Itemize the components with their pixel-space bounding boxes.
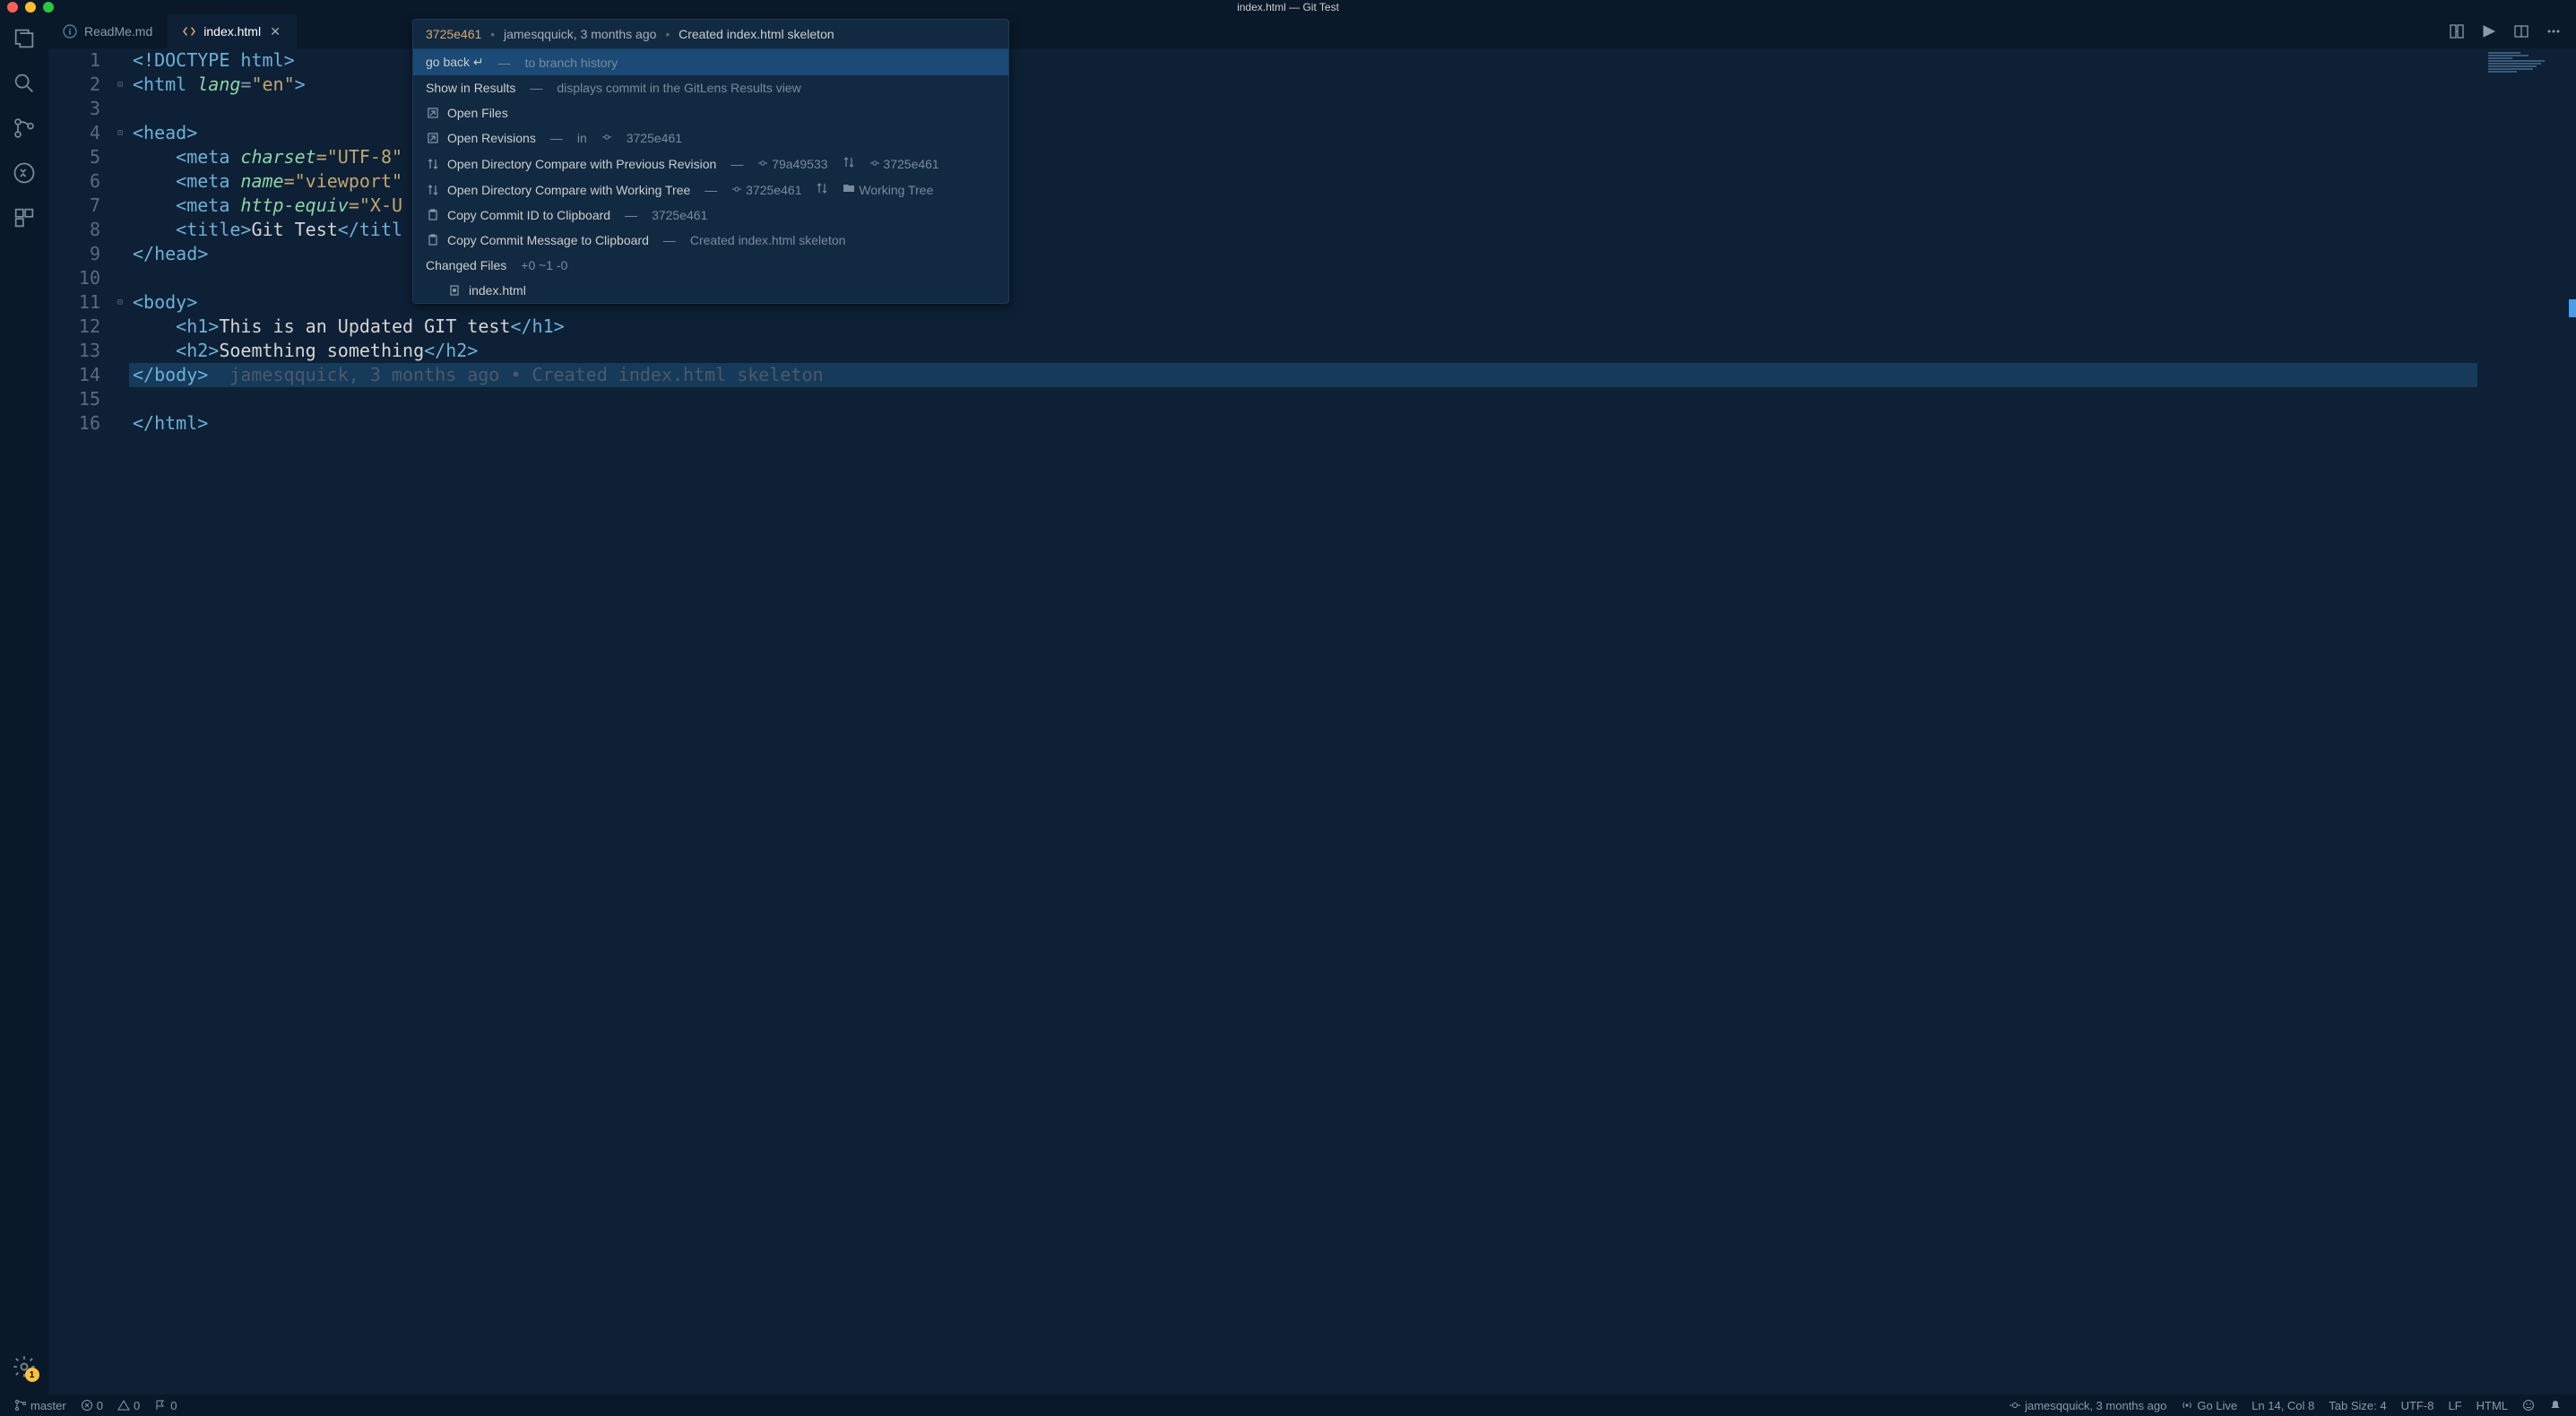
quickpick-item-label: Show in Results: [426, 81, 515, 95]
status-errors[interactable]: 0: [73, 1394, 110, 1416]
quickpick-item-label: Copy Commit Message to Clipboard: [447, 233, 649, 247]
window-title: index.html — Git Test: [1237, 1, 1339, 13]
status-eol[interactable]: LF: [2441, 1399, 2468, 1412]
quickpick-item[interactable]: Open Files: [413, 100, 1008, 125]
status-feedback-icon[interactable]: [2515, 1399, 2542, 1412]
minimap[interactable]: [2477, 48, 2576, 1394]
quickpick-panel: 3725e461 • jamesqquick, 3 months ago • C…: [412, 19, 1009, 304]
window-minimize-button[interactable]: [25, 2, 36, 13]
quickpick-item-label: Open Directory Compare with Previous Rev…: [447, 157, 716, 171]
extensions-icon[interactable]: [11, 204, 38, 231]
open-icon: [426, 106, 440, 120]
titlebar: index.html — Git Test: [0, 0, 2576, 14]
status-language[interactable]: HTML: [2469, 1399, 2515, 1412]
clip-icon: [426, 208, 440, 222]
compare-icon: [426, 183, 440, 197]
status-golive[interactable]: Go Live: [2174, 1399, 2244, 1412]
quickpick-item[interactable]: Open Directory Compare with Working Tree…: [413, 177, 1008, 203]
broadcast-icon: [2181, 1399, 2193, 1412]
quickpick-item-label: Changed Files: [426, 258, 506, 272]
code-icon: [182, 24, 196, 39]
commit-icon: [2009, 1399, 2021, 1412]
gitlens-inline-blame: jamesqquick, 3 months ago • Created inde…: [229, 364, 823, 385]
status-tabsize[interactable]: Tab Size: 4: [2321, 1399, 2393, 1412]
quickpick-item-label: Open Revisions: [447, 131, 536, 145]
status-blame[interactable]: jamesqquick, 3 months ago: [2001, 1399, 2174, 1412]
compare-changes-icon[interactable]: [2449, 23, 2465, 39]
compare-icon: [426, 157, 440, 171]
fold-icon[interactable]: ⊟: [111, 290, 129, 315]
line-gutter: 1 2 3 4 5 6 7 8 9 10 11 12 13 14 15 16: [48, 48, 111, 1394]
error-icon: [81, 1399, 93, 1412]
quickpick-item[interactable]: go back ↵—to branch history: [413, 49, 1008, 75]
file-icon: [447, 283, 462, 298]
status-branch[interactable]: master: [7, 1394, 73, 1416]
window-close-button[interactable]: [7, 2, 18, 13]
quickpick-item-label: Open Directory Compare with Working Tree: [447, 183, 690, 197]
quickpick-item[interactable]: index.html: [413, 278, 1008, 303]
status-bell-icon[interactable]: [2542, 1399, 2569, 1412]
status-warnings[interactable]: 0: [110, 1394, 147, 1416]
tab-readme[interactable]: ReadMe.md: [48, 14, 168, 48]
quickpick-header: 3725e461 • jamesqquick, 3 months ago • C…: [413, 20, 1008, 49]
status-linter[interactable]: 0: [147, 1394, 184, 1416]
search-icon[interactable]: [11, 70, 38, 97]
info-icon: [63, 24, 77, 39]
tab-label: index.html: [203, 24, 261, 39]
fold-icon[interactable]: ⊟: [111, 121, 129, 145]
open-changes-icon[interactable]: [2481, 23, 2497, 39]
status-bar: master 0 0 0 jamesqquick, 3 months ago G…: [0, 1394, 2576, 1416]
flag-icon: [154, 1399, 167, 1412]
status-position[interactable]: Ln 14, Col 8: [2244, 1399, 2321, 1412]
fold-icon[interactable]: ⊟: [111, 73, 129, 97]
clip-icon: [426, 233, 440, 247]
quickpick-item-label: Open Files: [447, 106, 508, 120]
scrollbar-marker: [2569, 299, 2576, 317]
quickpick-item[interactable]: Show in Results—displays commit in the G…: [413, 75, 1008, 100]
window-maximize-button[interactable]: [43, 2, 54, 13]
quickpick-item-label: Copy Commit ID to Clipboard: [447, 208, 610, 222]
quickpick-item[interactable]: Changed Files+0 ~1 -0: [413, 253, 1008, 278]
status-encoding[interactable]: UTF-8: [2394, 1399, 2442, 1412]
quickpick-item[interactable]: Open Revisions—in3725e461: [413, 125, 1008, 151]
explorer-icon[interactable]: [11, 25, 38, 52]
tab-index[interactable]: index.html ✕: [168, 14, 298, 48]
quickpick-item-label: go back ↵: [426, 55, 484, 70]
settings-badge: 1: [25, 1368, 39, 1382]
tab-label: ReadMe.md: [84, 24, 152, 39]
branch-icon: [14, 1399, 27, 1412]
quickpick-item[interactable]: Copy Commit Message to Clipboard—Created…: [413, 228, 1008, 253]
fold-gutter: ⊟ ⊟ ⊟: [111, 48, 129, 1394]
warning-icon: [117, 1399, 130, 1412]
close-icon[interactable]: ✕: [268, 24, 282, 39]
source-control-icon[interactable]: [11, 115, 38, 142]
open-icon: [426, 131, 440, 145]
more-icon[interactable]: [2546, 23, 2562, 39]
quickpick-item[interactable]: Copy Commit ID to Clipboard—3725e461: [413, 203, 1008, 228]
split-editor-icon[interactable]: [2513, 23, 2529, 39]
quickpick-item-label: index.html: [469, 283, 526, 298]
quickpick-item[interactable]: Open Directory Compare with Previous Rev…: [413, 151, 1008, 177]
debug-icon[interactable]: [11, 160, 38, 186]
activity-bar: 1: [0, 14, 48, 1394]
